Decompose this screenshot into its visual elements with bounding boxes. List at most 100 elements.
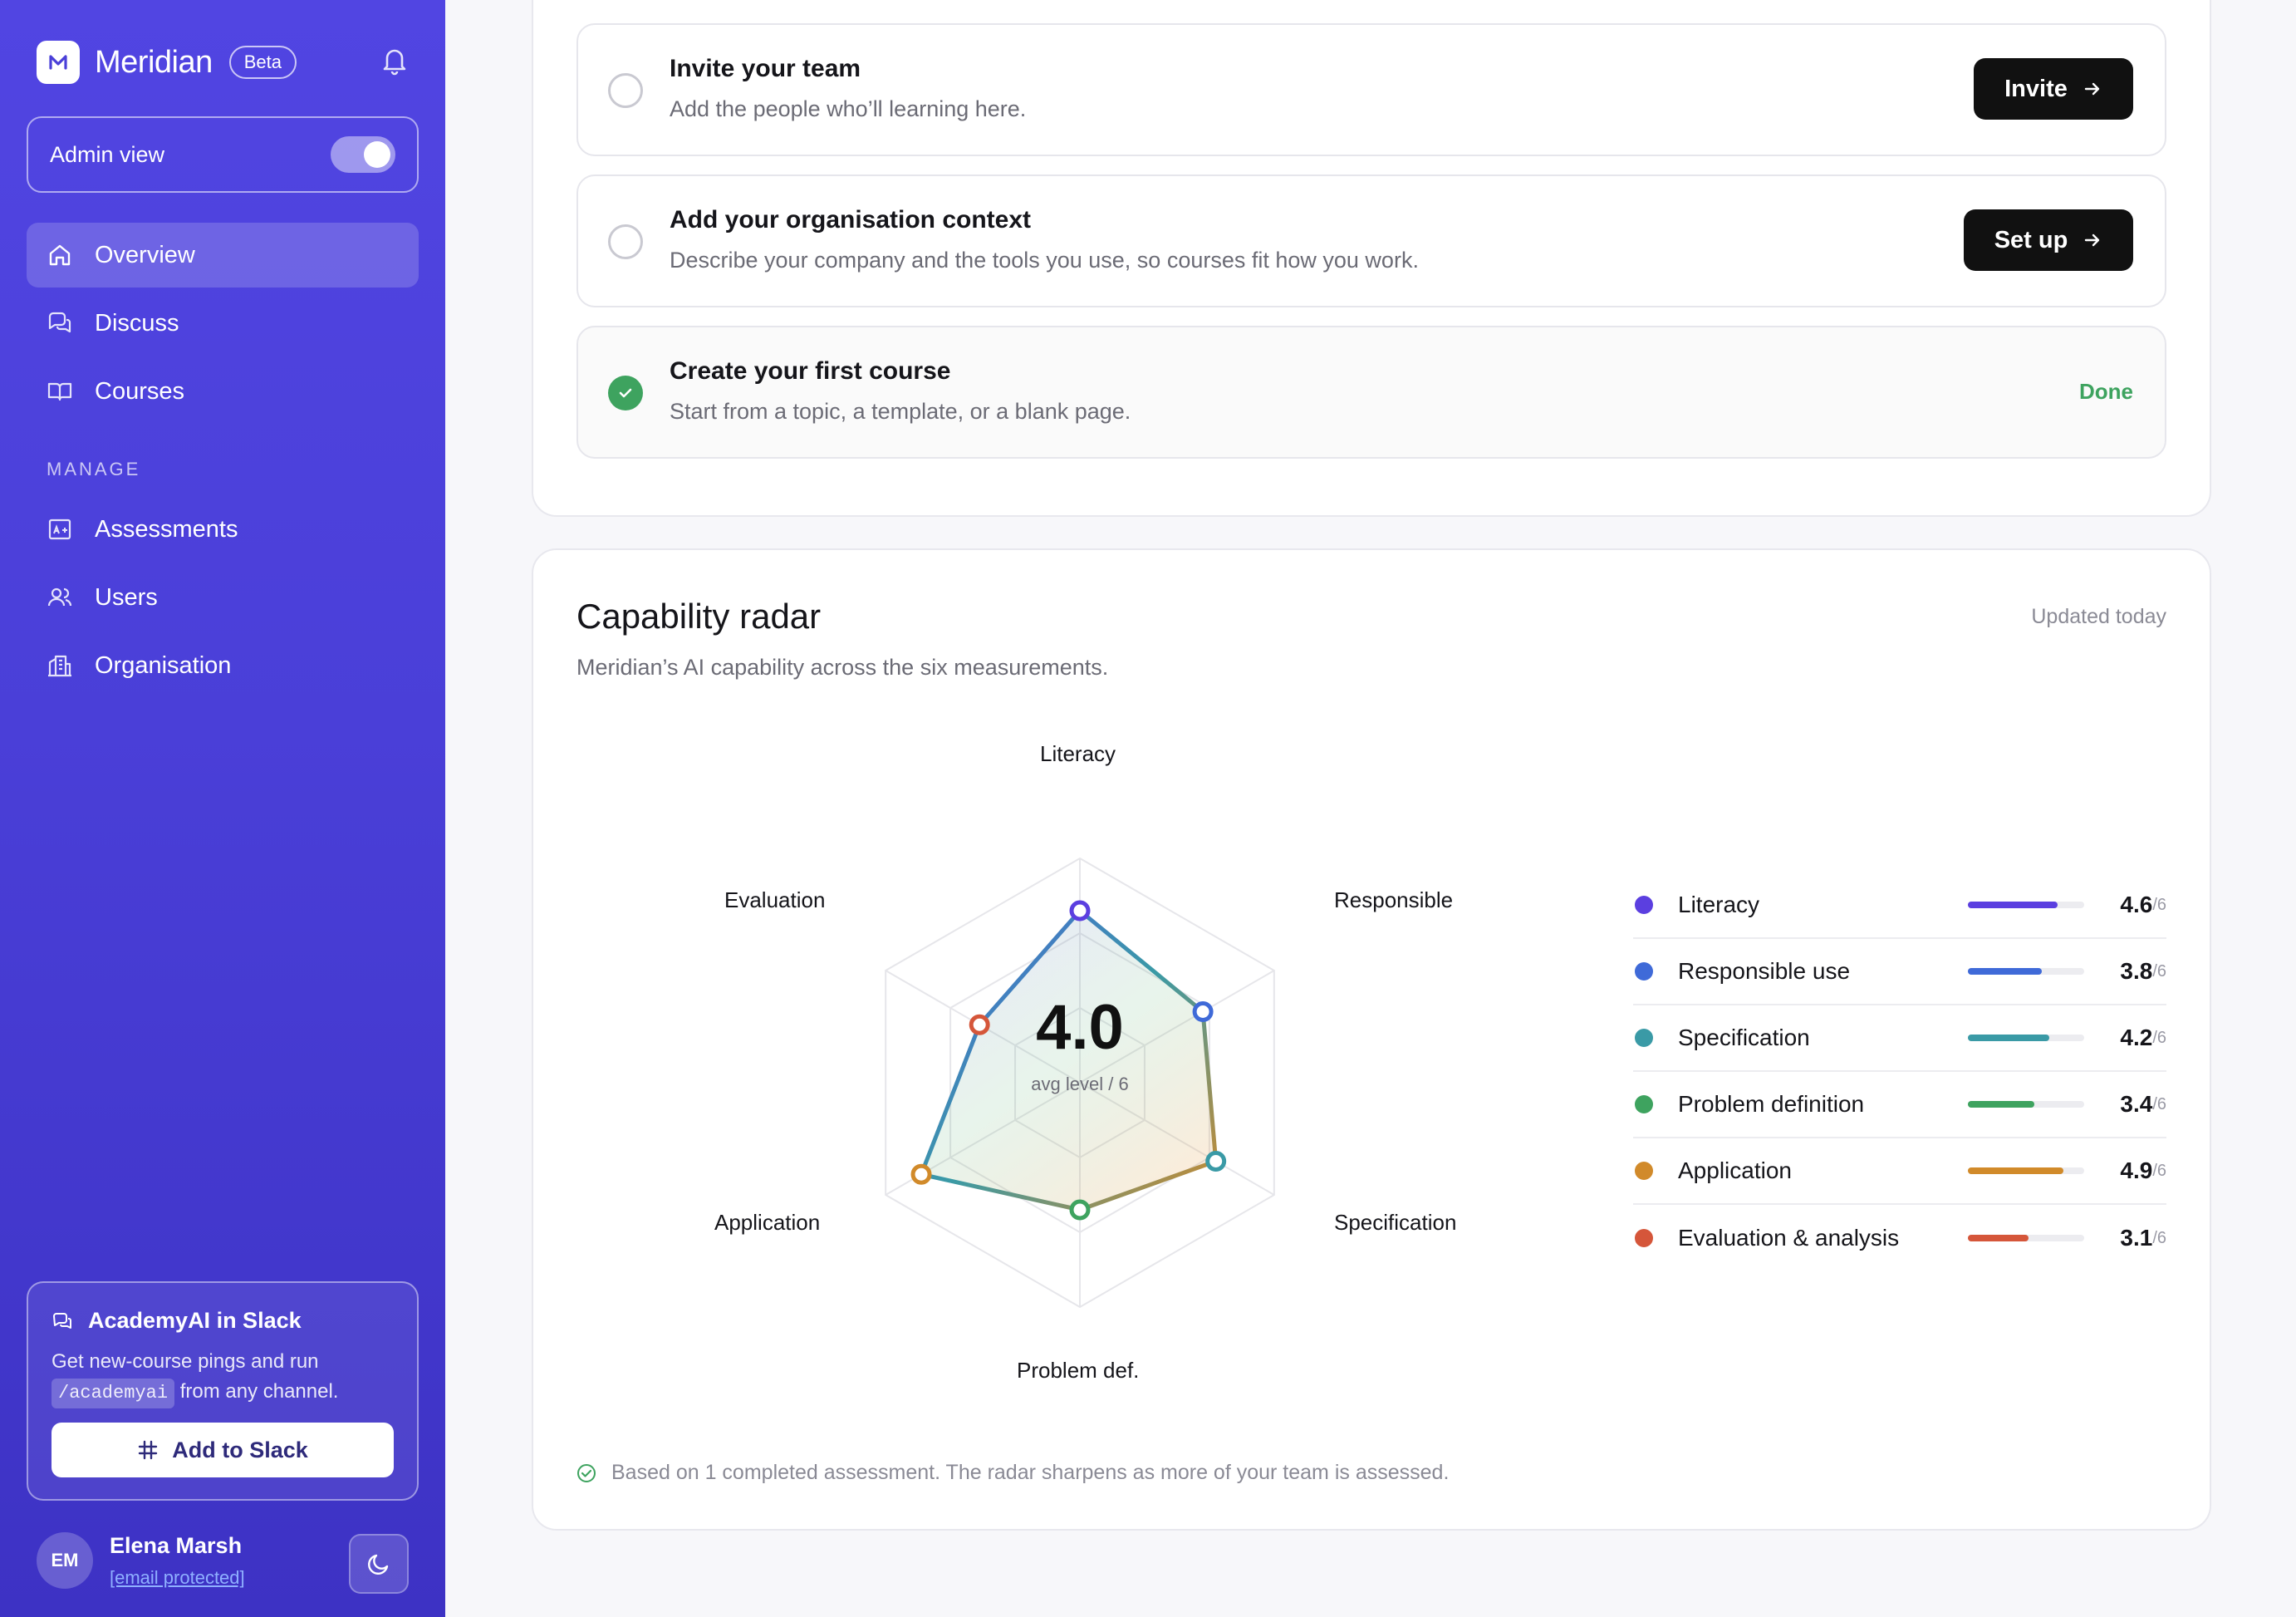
toggle-knob <box>364 141 390 168</box>
set-up-button-label: Set up <box>1994 226 2068 253</box>
add-to-slack-label: Add to Slack <box>172 1437 308 1462</box>
legend-value: 4.9 <box>2120 1157 2153 1183</box>
axis-label-responsible: Responsible <box>1334 887 1454 912</box>
legend-bar-track <box>1968 968 2085 975</box>
radar-point-evaluation[interactable] <box>969 1014 990 1035</box>
step-title: Add your organisation context <box>670 206 1032 233</box>
app-name: Meridian <box>95 44 213 80</box>
sidebar-item-label: Overview <box>95 241 195 268</box>
step-incomplete-radio[interactable] <box>608 73 643 108</box>
radar-chart: 4.0 avg level / 6 <box>885 857 1275 1309</box>
legend-row: Responsible use 3.8/6 <box>1633 939 2166 1005</box>
bell-icon[interactable] <box>380 45 409 76</box>
legend-bar-track <box>1968 1167 2085 1174</box>
radar-point-specification[interactable] <box>1205 1151 1227 1172</box>
legend-max: /6 <box>2152 1228 2166 1247</box>
sidebar-item-label: Discuss <box>95 309 179 337</box>
sidebar-item-label: Users <box>95 583 158 611</box>
admin-view-toggle[interactable] <box>331 136 395 173</box>
slack-desc-text-end: from any channel. <box>179 1380 339 1403</box>
avg-level-label: avg level / 6 <box>1031 1074 1128 1094</box>
sidebar-item-label: Courses <box>95 377 184 405</box>
slack-command: /academyai <box>52 1379 175 1408</box>
radar-point-problem-def[interactable] <box>1069 1199 1091 1221</box>
user-email-link[interactable]: [email protected] <box>110 1567 245 1589</box>
sidebar-item-discuss[interactable]: Discuss <box>27 291 419 356</box>
axis-label-application: Application <box>714 1210 821 1235</box>
slack-desc-text: Get new-course pings and run <box>52 1350 319 1373</box>
slack-card-title-row: AcademyAI in Slack <box>52 1308 394 1334</box>
admin-view-toggle-row: Admin view <box>27 116 419 193</box>
legend-bar-track <box>1968 1235 2085 1241</box>
legend-max: /6 <box>2152 1028 2166 1047</box>
slack-icon <box>139 1440 158 1460</box>
legend-bar-fill <box>1968 1235 2029 1241</box>
step-title: Invite your team <box>670 55 861 82</box>
legend-value: 3.8 <box>2120 958 2153 984</box>
sidebar-item-courses[interactable]: Courses <box>27 359 419 424</box>
sidebar-item-assessments[interactable]: Assessments <box>27 497 419 562</box>
arrow-right-icon <box>2084 82 2100 96</box>
brand[interactable]: Meridian Beta <box>37 40 297 85</box>
invite-button[interactable]: Invite <box>1974 58 2133 120</box>
slack-promo-card: AcademyAI in Slack Get new-course pings … <box>27 1281 419 1501</box>
step-description: Start from a topic, a template, or a bla… <box>670 399 1131 424</box>
legend-value: 3.1 <box>2120 1225 2153 1251</box>
legend-dot <box>1635 962 1653 981</box>
legend-dot <box>1635 1029 1653 1047</box>
beta-badge: Beta <box>228 46 297 79</box>
legend-bar-fill <box>1968 902 2058 908</box>
user-profile[interactable]: EM Elena Marsh [email protected] <box>37 1532 245 1589</box>
legend-bar-fill <box>1968 1035 2050 1041</box>
legend-bar-track <box>1968 1101 2085 1108</box>
legend-max: /6 <box>2152 1161 2166 1180</box>
moon-icon <box>368 1554 389 1575</box>
legend-label: Responsible use <box>1678 958 1851 984</box>
sidebar-item-overview[interactable]: Overview <box>27 223 419 288</box>
legend-row: Evaluation & analysis 3.1/6 <box>1633 1205 2166 1271</box>
sidebar-item-label: Organisation <box>95 651 232 679</box>
legend-row: Specification 4.2/6 <box>1633 1005 2166 1072</box>
user-name: Elena Marsh <box>110 1532 243 1558</box>
legend-max: /6 <box>2152 1094 2166 1113</box>
slack-card-description: Get new-course pings and run /academyai … <box>52 1347 394 1408</box>
dark-mode-button[interactable] <box>349 1534 409 1594</box>
check-circle-icon <box>577 1463 596 1482</box>
radar-point-responsible[interactable] <box>1192 1001 1214 1022</box>
radar-point-literacy[interactable] <box>1069 900 1091 922</box>
axis-label-specification: Specification <box>1334 1210 1457 1235</box>
legend-row: Literacy 4.6/6 <box>1633 872 2166 939</box>
admin-view-label: Admin view <box>50 141 165 167</box>
step-incomplete-radio[interactable] <box>608 224 643 259</box>
step-organisation-context: Add your organisation context Describe y… <box>576 174 2166 307</box>
user-info: Elena Marsh [email protected] <box>110 1533 245 1589</box>
meridian-logo-icon <box>37 41 80 84</box>
step-invite-team: Invite your team Add the people who’ll l… <box>576 23 2166 156</box>
legend-value: 4.2 <box>2120 1025 2153 1050</box>
legend-label: Problem definition <box>1678 1091 1865 1117</box>
legend-bar-fill <box>1968 1101 2034 1108</box>
step-done-label: Done <box>2079 379 2133 404</box>
sidebar-item-organisation[interactable]: Organisation <box>27 633 419 698</box>
avatar: EM <box>37 1532 93 1589</box>
radar-title: Capability radar <box>576 597 822 636</box>
legend-row: Application 4.9/6 <box>1633 1138 2166 1205</box>
sidebar-item-users[interactable]: Users <box>27 565 419 630</box>
axis-label-literacy: Literacy <box>1040 741 1116 766</box>
legend-dot <box>1635 896 1653 914</box>
assessment-icon <box>48 519 71 540</box>
sidebar: Meridian Beta Admin view Overview Discus… <box>0 0 445 1617</box>
chat-icon <box>48 312 71 333</box>
legend-dot <box>1635 1229 1653 1247</box>
set-up-button[interactable]: Set up <box>1964 209 2133 271</box>
add-to-slack-button[interactable]: Add to Slack <box>52 1423 394 1477</box>
legend-label: Evaluation & analysis <box>1678 1225 1900 1251</box>
axis-label-problem-def: Problem def. <box>1017 1358 1140 1383</box>
legend-bar-fill <box>1968 968 2042 975</box>
radar-point-application[interactable] <box>910 1163 932 1185</box>
legend-dot <box>1635 1095 1653 1113</box>
manage-section-label: MANAGE <box>47 459 141 479</box>
legend-label: Specification <box>1678 1025 1810 1050</box>
slack-card-title: AcademyAI in Slack <box>88 1308 302 1333</box>
chat-icon <box>53 1312 71 1329</box>
